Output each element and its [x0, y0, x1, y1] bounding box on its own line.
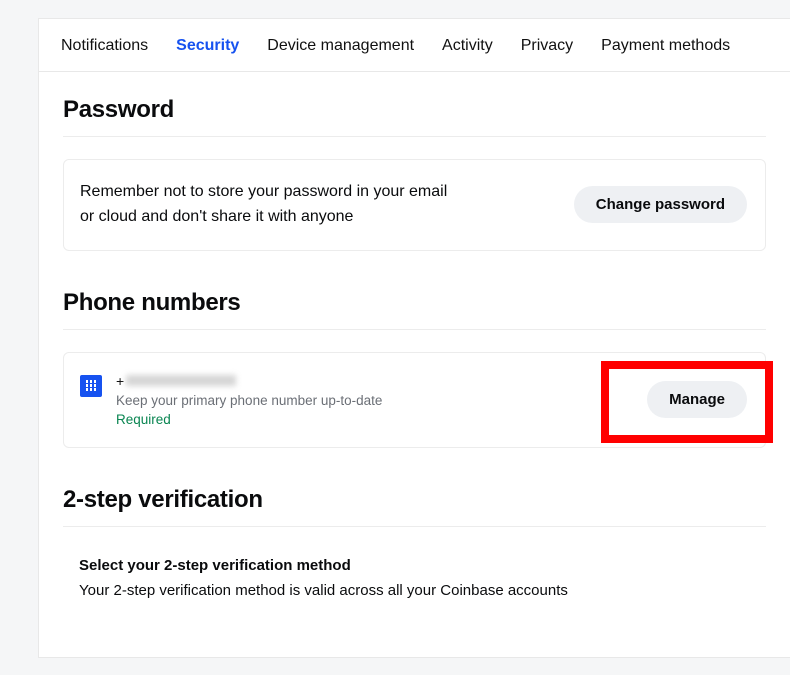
tab-device-management[interactable]: Device management [267, 37, 414, 55]
password-section-title: Password [63, 72, 766, 137]
twostep-description: Your 2-step verification method is valid… [79, 582, 750, 599]
manage-phone-button[interactable]: Manage [647, 381, 747, 418]
password-reminder-text: Remember not to store your password in y… [80, 180, 460, 230]
tab-notifications[interactable]: Notifications [61, 37, 148, 55]
phone-info: + Keep your primary phone number up-to-d… [116, 373, 633, 427]
dialpad-icon [80, 375, 102, 397]
twostep-section-title: 2-step verification [63, 448, 766, 527]
phone-prefix: + [116, 373, 124, 389]
password-card: Remember not to store your password in y… [63, 159, 766, 251]
phone-card: + Keep your primary phone number up-to-d… [63, 352, 766, 448]
phone-number: + [116, 373, 633, 389]
tab-payment-methods[interactable]: Payment methods [601, 37, 730, 55]
settings-tabs: Notifications Security Device management… [39, 19, 790, 72]
tab-security[interactable]: Security [176, 37, 239, 55]
twostep-block: Select your 2-step verification method Y… [39, 527, 790, 599]
phone-required-badge: Required [116, 412, 633, 427]
phone-description: Keep your primary phone number up-to-dat… [116, 393, 633, 408]
phone-section-title: Phone numbers [63, 251, 766, 330]
phone-number-masked [126, 375, 236, 386]
twostep-select-heading: Select your 2-step verification method [79, 557, 750, 574]
change-password-button[interactable]: Change password [574, 186, 747, 223]
settings-container: Notifications Security Device management… [38, 18, 790, 658]
tab-activity[interactable]: Activity [442, 37, 493, 55]
tab-privacy[interactable]: Privacy [521, 37, 573, 55]
